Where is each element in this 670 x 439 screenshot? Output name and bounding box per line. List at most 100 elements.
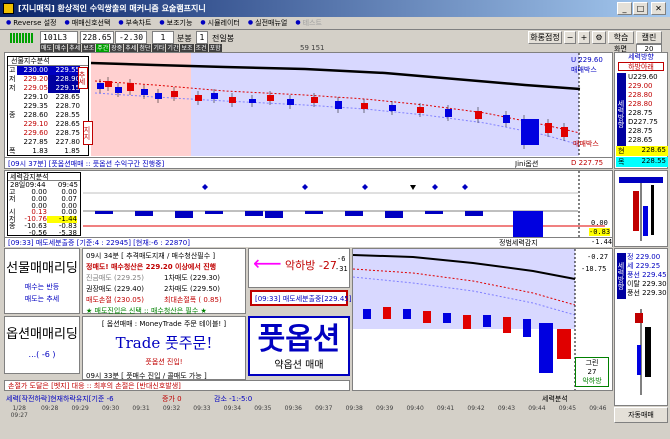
options-leading-value: ...( -6 ) <box>28 350 56 359</box>
period-input[interactable]: 1 <box>152 31 174 44</box>
direction-value: 228.80 <box>628 100 653 108</box>
row-label: 종 <box>9 221 16 230</box>
force-bar <box>385 211 403 218</box>
instruction-line3a: 진금매도 (229.25) <box>86 274 144 282</box>
row-label <box>8 138 17 147</box>
candle-body <box>155 93 162 99</box>
window-title: [지니매직] 환상적인 수익쌍출의 매커니즘 요술램프지니 <box>18 4 206 13</box>
signal-num2: -31 <box>335 265 348 273</box>
menu-item[interactable]: 실전매뉴얼 <box>255 17 287 29</box>
target-value: 228.55 <box>641 157 667 165</box>
row-value-b: 227.80 <box>55 138 81 146</box>
row-label: 저 <box>9 84 16 92</box>
code-select[interactable]: 101L3 <box>40 31 78 44</box>
option-trade-line: [ 옵션매매 : MoneyTrade 주문 테이블! ] <box>101 320 227 328</box>
maximize-button[interactable]: □ <box>633 2 648 15</box>
time-tick: 09:42 <box>467 405 485 412</box>
instruction-line5b: 최대손절폭 ( 0.85) <box>164 296 222 304</box>
settings-button[interactable]: ⚙ <box>592 31 606 44</box>
candle-body <box>389 105 396 111</box>
signal-status-box: [09:33] 매도세분출중[229.45] <box>250 290 351 306</box>
time-tick: 09:43 <box>497 405 516 412</box>
time-tick: 09:39 <box>376 405 394 412</box>
row-value-a: 1.83 <box>32 147 48 155</box>
status-right: 세력분석 <box>542 395 568 403</box>
status-mid2: 감소 -1:-5:0 <box>214 395 253 403</box>
bottom-candle <box>403 309 411 319</box>
days-input[interactable]: 1 <box>196 31 208 44</box>
calendar-button[interactable]: 캘린 <box>636 31 662 44</box>
futures-line2: 매도는 추세 <box>24 295 60 303</box>
stop-loss-text: 손절가 도달은 [벳지] 대응 :: 최후의 손절은 [반대신호발생] <box>8 382 181 390</box>
time-tick: 09:45 <box>558 405 577 412</box>
bottom-side-box: 그린 27 악하방 <box>575 357 609 387</box>
menu-item[interactable]: 보조기능 <box>167 17 193 29</box>
zoom-in-button[interactable]: + <box>578 31 590 44</box>
candle-body <box>267 95 274 101</box>
candle-body <box>417 107 424 113</box>
force-info-row: -0.56 -5.38 <box>8 229 80 237</box>
row-value-a: 227.85 <box>23 138 49 146</box>
direction-value: 229.00 <box>628 82 653 90</box>
direction-value: U229.60 <box>628 73 658 81</box>
menu-item[interactable]: 부속차트 <box>126 17 152 29</box>
force-bar <box>95 211 113 214</box>
time-tick: 09:40 <box>406 405 424 412</box>
time-tick: 09:35 <box>254 405 272 412</box>
time-tick: 09:41 <box>436 405 455 412</box>
futures-info-row: 229.10 228.65 <box>8 93 88 102</box>
option-trade-box: [ 옵션매매 : MoneyTrade 주문 테이블! ] Trade 풋주문!… <box>82 316 246 380</box>
mini-candle-chart <box>619 177 663 241</box>
bottom-right-val1: -0.27 <box>587 253 609 261</box>
candle-body <box>211 93 218 99</box>
close-button[interactable]: ✕ <box>651 2 666 15</box>
menu-item[interactable]: 매매신호선택 <box>72 17 111 29</box>
candle-body <box>361 103 368 109</box>
index-label: 59 151 <box>300 44 325 52</box>
force-direction-panel: 세력방향 정 229.00 세 229.25 풍선 229.45 이탈 229.30 풍… <box>614 248 668 406</box>
bottom-candle <box>483 315 491 327</box>
force-detection-chart[interactable] <box>5 171 614 237</box>
instruction-line3b: 1차매도 (229.30) <box>164 274 220 282</box>
volume-force-chart[interactable] <box>352 249 612 390</box>
futures-info-row: 종 228.60 228.55 <box>8 111 88 120</box>
screen-settings-button[interactable]: 화롱점정 <box>528 31 562 44</box>
mini-chart-top[interactable] <box>614 170 668 247</box>
menu-bullet-icon: ● <box>118 19 124 26</box>
main-price-chart[interactable] <box>5 53 614 160</box>
menu-bullet-icon: ● <box>200 19 206 26</box>
force-side-bar: 세력방향 <box>617 253 626 299</box>
box-bottom-label: 매매박스 <box>573 140 599 148</box>
learn-button[interactable]: 학습 <box>608 31 634 44</box>
row-label: 폭 <box>9 147 16 155</box>
futures-info-row: 저 229.20 228.90 <box>8 75 88 84</box>
trade-big-text[interactable]: Trade 풋주문! <box>83 332 245 353</box>
menu-item[interactable]: 시뮬레이터 <box>208 17 240 29</box>
menu-bullet-icon: ● <box>159 19 165 26</box>
time-tick: 09:29 <box>71 405 89 412</box>
mini-chart-bottom[interactable] <box>615 305 667 405</box>
row-value-b: 228.90 <box>48 75 80 84</box>
main-status-bar: [09시 37분] [풋옵션매매 :: 풋옵션 수익구간 진행중] Jini옵션… <box>5 157 612 168</box>
futures-info-row: 229.35 228.70 <box>8 102 88 111</box>
minimize-button[interactable]: _ <box>617 2 632 15</box>
menu-item[interactable]: Reverse 설정 <box>13 17 56 29</box>
futures-info-row: 고 230.00 229.55 <box>8 66 88 75</box>
force-direction-value: 이탈 229.30 <box>627 280 667 288</box>
zoom-out-button[interactable]: − <box>564 31 576 44</box>
bottom-candle <box>383 307 391 319</box>
row-label <box>8 102 17 111</box>
auto-trade-button[interactable]: 자동매매 <box>614 407 668 423</box>
direction-value: 228.75 <box>628 109 653 117</box>
menu-bullet-icon: ● <box>6 19 12 26</box>
force-bar <box>305 211 323 214</box>
bottom-candle <box>557 329 571 359</box>
direction-panel: 세력방향 하방아래 세력방향 U229.60 229.00 228.80 228.80… <box>614 52 668 169</box>
direction-value: D227.75 <box>628 118 658 126</box>
row-value-a: 229.60 <box>23 129 49 137</box>
row-value-b: 228.70 <box>55 102 81 110</box>
futures-leading-box: 선물매매리딩 매수는 반등 매도는 추세 <box>4 248 80 314</box>
menu-item[interactable]: 테스트 <box>303 17 322 29</box>
futures-info-row: 229.10 228.65 <box>8 120 88 129</box>
row-label: 저 <box>9 75 16 83</box>
